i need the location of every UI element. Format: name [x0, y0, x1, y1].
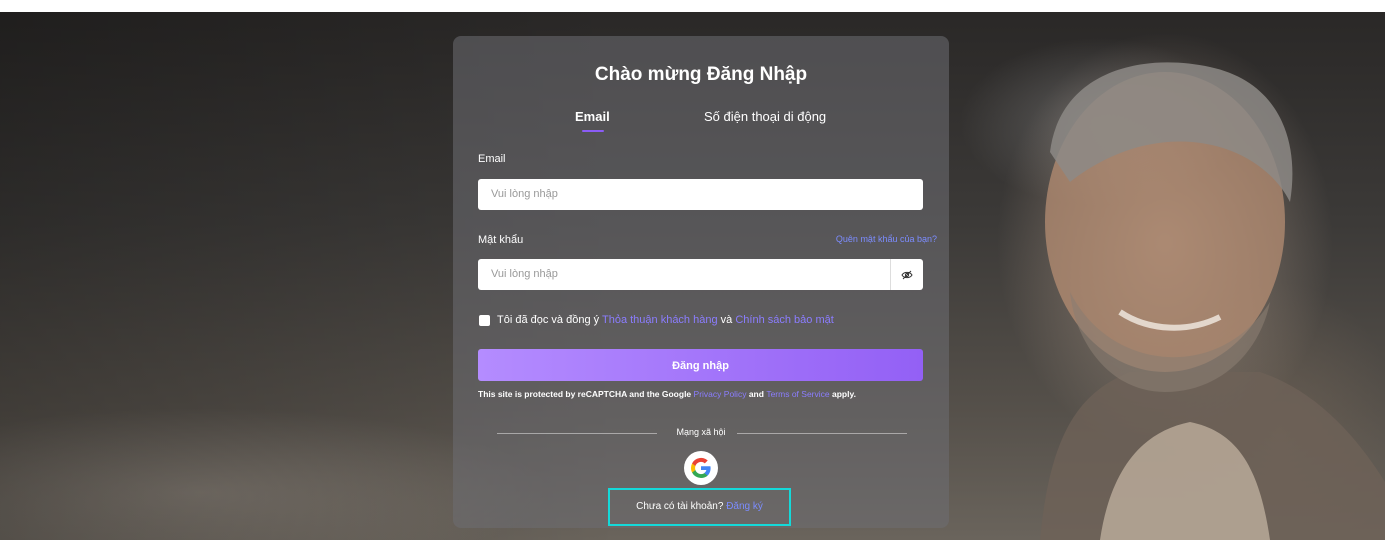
man-portrait-illustration: [1040, 62, 1385, 540]
tab-email[interactable]: Email: [575, 109, 610, 124]
password-placeholder: Vui lòng nhập: [491, 268, 558, 280]
agree-and: và: [720, 314, 733, 326]
password-label: Mật khẩu: [478, 234, 524, 246]
divider-right: [737, 433, 907, 434]
forgot-password-link[interactable]: Quên mật khẩu của bạn?: [836, 234, 937, 244]
page-title: Chào mừng Đăng Nhập: [594, 64, 808, 85]
signup-text: Chưa có tài khoản?: [636, 501, 724, 512]
email-field[interactable]: Vui lòng nhập: [478, 179, 923, 210]
signup-prompt: Chưa có tài khoản? Đăng ký: [608, 488, 791, 526]
google-login-button[interactable]: [684, 451, 718, 485]
recaptcha-notice: This site is protected by reCAPTCHA and …: [478, 389, 856, 399]
agree-text: Tôi đã đọc và đồng ý Thỏa thuận khách hà…: [497, 314, 834, 326]
google-terms-link[interactable]: Terms of Service: [766, 389, 829, 399]
tab-phone[interactable]: Số điện thoại di động: [704, 109, 826, 124]
agree-checkbox[interactable]: [479, 315, 490, 326]
email-placeholder: Vui lòng nhập: [491, 188, 558, 200]
customer-agreement-link[interactable]: Thỏa thuận khách hàng: [602, 314, 718, 326]
signup-link[interactable]: Đăng ký: [726, 501, 763, 512]
agree-prefix: Tôi đã đọc và đồng ý: [497, 314, 600, 326]
recaptcha-and: and: [748, 389, 764, 399]
social-label: Mạng xã hội: [676, 427, 726, 437]
recaptcha-prefix: This site is protected by reCAPTCHA and …: [478, 389, 692, 399]
active-tab-indicator: [582, 130, 604, 132]
google-privacy-link[interactable]: Privacy Policy: [694, 389, 747, 399]
password-field[interactable]: Vui lòng nhập: [478, 259, 923, 290]
email-label: Email: [478, 153, 506, 165]
login-card: Chào mừng Đăng Nhập Email Số điện thoại …: [453, 36, 949, 528]
privacy-policy-link[interactable]: Chính sách bảo mật: [735, 314, 833, 326]
google-icon: [690, 457, 711, 479]
login-button[interactable]: Đăng nhập: [478, 349, 923, 381]
recaptcha-suffix: apply.: [832, 389, 856, 399]
eye-slash-icon[interactable]: [890, 259, 923, 290]
